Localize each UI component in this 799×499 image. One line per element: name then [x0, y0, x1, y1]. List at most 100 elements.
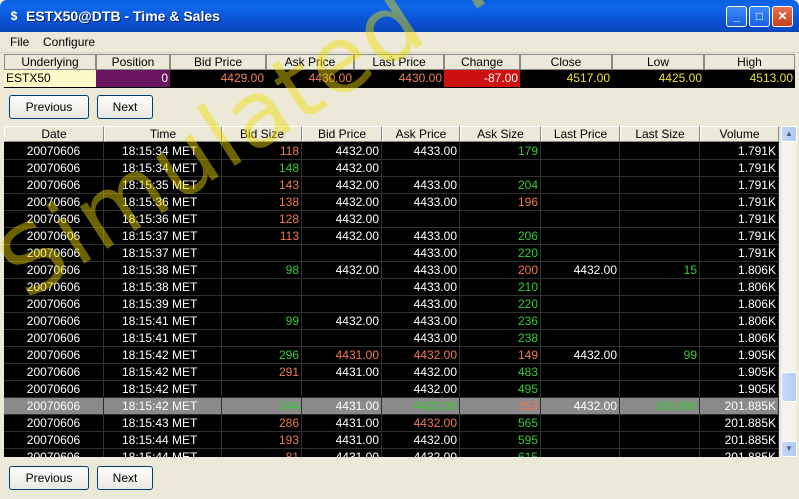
summary-value-low: 4425.00	[612, 70, 704, 87]
cell-ask-price: 4432.00	[382, 449, 460, 457]
title-bar[interactable]: $ ESTX50@DTB - Time & Sales _ □ ✕	[0, 0, 799, 32]
cell-last-size	[620, 415, 700, 432]
table-row[interactable]: 20070606 18:15:36 MET 138 4432.00 4433.00 196…	[4, 194, 779, 211]
cell-date: 20070606	[4, 313, 104, 330]
cell-date: 20070606	[4, 415, 104, 432]
table-row[interactable]: 20070606 18:15:38 MET 98 4432.00 4433.00 200 4…	[4, 262, 779, 279]
column-header-date[interactable]: Date	[4, 126, 104, 142]
cell-bid-size: 138	[222, 194, 302, 211]
cell-date: 20070606	[4, 432, 104, 449]
cell-ask-size: 179	[460, 143, 541, 160]
column-header-volume[interactable]: Volume	[700, 126, 779, 142]
table-row[interactable]: 20070606 18:15:42 MET 344 4431.00 4432.00 253…	[4, 398, 779, 415]
cell-date: 20070606	[4, 381, 104, 398]
cell-date: 20070606	[4, 347, 104, 364]
cell-bid-size: 81	[222, 449, 302, 457]
cell-ask-size: 565	[460, 415, 541, 432]
cell-last-size	[620, 330, 700, 347]
cell-ask-price: 4433.00	[382, 330, 460, 347]
table-row[interactable]: 20070606 18:15:35 MET 143 4432.00 4433.00 204…	[4, 177, 779, 194]
time-sales-table[interactable]: Date Time Bid Size Bid Price Ask Price Ask Si…	[4, 126, 779, 457]
summary-value-underlying: ESTX50	[4, 70, 96, 87]
scroll-up-button[interactable]: ▲	[781, 126, 797, 142]
scroll-down-button[interactable]: ▼	[781, 441, 797, 457]
table-row[interactable]: 20070606 18:15:43 MET 286 4431.00 4432.00 565…	[4, 415, 779, 432]
table-row[interactable]: 20070606 18:15:34 MET 148 4432.00 1.791K	[4, 160, 779, 177]
cell-last-size: 15	[620, 262, 700, 279]
cell-date: 20070606	[4, 449, 104, 457]
table-row[interactable]: 20070606 18:15:34 MET 118 4432.00 4433.00 179…	[4, 143, 779, 160]
next-button-bottom[interactable]: Next	[97, 466, 153, 490]
menu-configure[interactable]: Configure	[43, 35, 95, 49]
column-header-time[interactable]: Time	[104, 126, 222, 142]
table-row[interactable]: 20070606 18:15:42 MET 4432.00 495 1.905K	[4, 381, 779, 398]
cell-ask-price: 4433.00	[382, 296, 460, 313]
cell-time: 18:15:42 MET	[104, 398, 222, 415]
cell-last-price	[541, 330, 620, 347]
previous-button-top[interactable]: Previous	[9, 95, 89, 119]
cell-bid-size	[222, 381, 302, 398]
cell-ask-price	[382, 160, 460, 177]
cell-ask-size: 200	[460, 262, 541, 279]
previous-button-bottom[interactable]: Previous	[9, 466, 89, 490]
summary-header-last-price: Last Price	[354, 54, 444, 70]
cell-bid-size	[222, 296, 302, 313]
cell-last-size	[620, 194, 700, 211]
cell-last-size	[620, 160, 700, 177]
next-button-top[interactable]: Next	[97, 95, 153, 119]
column-header-last-price[interactable]: Last Price	[541, 126, 620, 142]
cell-time: 18:15:34 MET	[104, 143, 222, 160]
cell-time: 18:15:37 MET	[104, 245, 222, 262]
column-header-last-size[interactable]: Last Size	[620, 126, 700, 142]
column-header-bid-size[interactable]: Bid Size	[222, 126, 302, 142]
column-header-ask-price[interactable]: Ask Price	[382, 126, 460, 142]
cell-bid-price: 4432.00	[302, 228, 382, 245]
cell-last-price	[541, 194, 620, 211]
cell-ask-size: 253	[460, 398, 541, 415]
cell-volume: 1.806K	[700, 262, 779, 279]
table-row[interactable]: 20070606 18:15:42 MET 291 4431.00 4432.00 483…	[4, 364, 779, 381]
table-row[interactable]: 20070606 18:15:41 MET 99 4432.00 4433.00 236 1…	[4, 313, 779, 330]
table-row[interactable]: 20070606 18:15:36 MET 128 4432.00 1.791K	[4, 211, 779, 228]
cell-bid-price	[302, 330, 382, 347]
minimize-button[interactable]: _	[726, 6, 747, 27]
table-row[interactable]: 20070606 18:15:42 MET 296 4431.00 4432.00 149…	[4, 347, 779, 364]
cell-bid-size: 143	[222, 177, 302, 194]
scroll-thumb[interactable]	[781, 372, 797, 402]
cell-bid-size: 98	[222, 262, 302, 279]
cell-ask-price: 4432.00	[382, 415, 460, 432]
table-row[interactable]: 20070606 18:15:39 MET 4433.00 220 1.806K	[4, 296, 779, 313]
menu-file[interactable]: File	[10, 35, 29, 49]
cell-date: 20070606	[4, 296, 104, 313]
table-row[interactable]: 20070606 18:15:37 MET 4433.00 220 1.791K	[4, 245, 779, 262]
summary-header-ask-price: Ask Price	[266, 54, 354, 70]
table-row[interactable]: 20070606 18:15:37 MET 113 4432.00 4433.00 206…	[4, 228, 779, 245]
maximize-button[interactable]: □	[749, 6, 770, 27]
cell-ask-price: 4433.00	[382, 194, 460, 211]
table-row[interactable]: 20070606 18:15:44 MET 193 4431.00 4432.00 595…	[4, 432, 779, 449]
column-header-ask-size[interactable]: Ask Size	[460, 126, 541, 142]
cell-date: 20070606	[4, 177, 104, 194]
vertical-scrollbar[interactable]: ▲ ▼	[780, 126, 797, 457]
summary-value-change: -87.00	[444, 70, 520, 87]
cell-ask-size: 204	[460, 177, 541, 194]
summary-header-close: Close	[520, 54, 612, 70]
cell-last-price: 4432.00	[541, 347, 620, 364]
table-row[interactable]: 20070606 18:15:38 MET 4433.00 210 1.806K	[4, 279, 779, 296]
summary-value-high: 4513.00	[704, 70, 795, 87]
cell-last-price	[541, 177, 620, 194]
table-row[interactable]: 20070606 18:15:44 MET 81 4431.00 4432.00 615 2…	[4, 449, 779, 457]
cell-time: 18:15:42 MET	[104, 381, 222, 398]
close-button[interactable]: ✕	[772, 6, 793, 27]
column-header-bid-price[interactable]: Bid Price	[302, 126, 382, 142]
cell-bid-price: 4432.00	[302, 160, 382, 177]
cell-last-price	[541, 449, 620, 457]
table-row[interactable]: 20070606 18:15:41 MET 4433.00 238 1.806K	[4, 330, 779, 347]
cell-bid-size: 128	[222, 211, 302, 228]
arrow-down-icon: ▼	[785, 444, 793, 453]
cell-ask-size	[460, 160, 541, 177]
summary-header-high: High	[704, 54, 795, 70]
cell-volume: 1.791K	[700, 211, 779, 228]
cell-time: 18:15:36 MET	[104, 194, 222, 211]
cell-last-size	[620, 364, 700, 381]
